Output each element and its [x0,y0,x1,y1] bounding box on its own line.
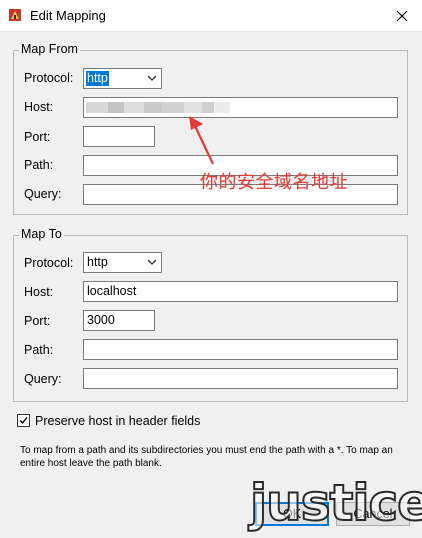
from-protocol-value: http [86,71,109,86]
annotation-arrow [189,116,214,165]
to-host-label: Host: [24,285,54,299]
preserve-host-label[interactable]: Preserve host in header fields [35,414,200,428]
from-query-label: Query: [24,187,62,201]
from-protocol-label: Protocol: [24,71,74,85]
from-protocol-select[interactable]: http [83,68,162,89]
to-query-label: Query: [24,372,62,386]
close-button[interactable] [390,4,414,28]
to-port-field[interactable]: 3000 [83,310,155,331]
chevron-down-icon [147,75,157,81]
window-title: Edit Mapping [30,8,106,23]
to-protocol-label: Protocol: [24,256,74,270]
preserve-host-checkbox[interactable] [17,414,30,427]
from-port-field[interactable] [83,126,155,147]
to-port-label: Port: [24,314,51,328]
help-note: To map from a path and its subdirectorie… [20,445,393,469]
to-query-field[interactable] [83,368,398,389]
from-host-field[interactable] [83,97,398,118]
map-from-legend: Map From [19,42,80,56]
to-host-field[interactable]: localhost [83,281,398,302]
to-protocol-value: http [87,255,108,269]
map-to-legend: Map To [19,227,64,241]
close-icon [396,10,408,22]
checkmark-icon [19,417,28,425]
from-path-label: Path: [24,158,54,172]
edit-mapping-dialog: Edit Mapping Map From Protocol: http Hos… [0,0,422,538]
from-host-label: Host: [24,100,54,114]
watermark-logo: justice [249,474,422,532]
to-path-label: Path: [24,343,54,357]
chevron-down-icon [147,259,157,265]
app-icon [9,9,21,21]
annotation-text: 你的安全域名地址 [200,172,348,193]
from-port-label: Port: [24,130,51,144]
to-path-field[interactable] [83,339,398,360]
title-bar: Edit Mapping [0,0,422,32]
to-protocol-select[interactable]: http [83,252,162,273]
